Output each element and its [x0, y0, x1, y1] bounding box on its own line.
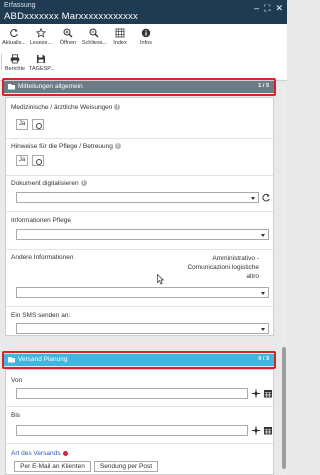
star-icon — [36, 28, 46, 38]
andere-value: Amministrativo - Comunicazioni logistich… — [187, 255, 259, 280]
vertical-scrollbar[interactable] — [281, 81, 287, 475]
field-label-von: Von — [11, 377, 23, 384]
refresh-icon — [10, 29, 18, 38]
bookmark-label: Leseze... — [29, 40, 53, 46]
chevron-down-icon — [261, 327, 265, 331]
yes-button-hinweise[interactable]: Ja — [16, 155, 28, 166]
index-button[interactable]: Index — [108, 28, 132, 46]
highlight-frame — [2, 78, 276, 96]
section-panel-mitteilungen: Medizinische / ärztliche Weisungen i Ja H… — [5, 97, 274, 336]
field-label-art: Art des Versands — [11, 450, 68, 457]
refresh-button[interactable]: Aktualis... — [2, 28, 26, 46]
yes-button-medizinische[interactable]: Ja — [16, 119, 28, 130]
calendar-button[interactable] — [263, 425, 273, 436]
field-label-andere: Andere Informationen — [11, 254, 74, 261]
divider — [6, 249, 273, 250]
window-controls: – ⛶ ✕ — [254, 3, 283, 14]
infos-button[interactable]: Infos — [134, 28, 158, 46]
divider — [6, 306, 273, 307]
info-icon[interactable]: i — [114, 104, 121, 111]
option-post-button[interactable]: Sendung per Post — [94, 461, 158, 472]
index-label: Index — [113, 40, 127, 46]
section-panel-versand: Von Bis Art des Versands Per E-Mail an K… — [5, 369, 274, 475]
calendar-icon — [264, 390, 272, 398]
radio-circle-button[interactable] — [32, 155, 44, 166]
field-label-informationen: Informationen Pflege — [11, 217, 71, 224]
andere-select[interactable] — [16, 287, 269, 298]
close-button[interactable]: ✕ — [275, 3, 283, 14]
field-label-dokument: Dokument digitalisieren i — [11, 180, 87, 187]
open-button[interactable]: Öffnen — [56, 28, 80, 46]
reports-button[interactable]: Berichte — [3, 54, 27, 72]
required-indicator — [62, 450, 68, 456]
divider — [6, 406, 273, 407]
refresh-button[interactable] — [261, 192, 271, 203]
divider — [6, 443, 273, 444]
field-label-medizinische: Medizinische / ärztliche Weisungen i — [11, 104, 121, 111]
close-all-button[interactable]: Schliess... — [82, 28, 108, 46]
daily-plan-label: TAGESP... — [29, 66, 55, 72]
window-titlebar: Erfassung ABDxxxxxxx Marxxxxxxxxxxxx – ⛶… — [0, 0, 287, 24]
calendar-icon — [264, 427, 272, 435]
info-icon[interactable]: i — [114, 143, 121, 150]
von-date-input[interactable] — [16, 388, 248, 399]
calendar-button[interactable] — [263, 388, 273, 399]
field-label-sms: Ein SMS senden an: — [11, 312, 71, 319]
zoom-in-icon — [63, 28, 73, 38]
open-label: Öffnen — [59, 40, 77, 46]
radio-circle-button[interactable] — [32, 119, 44, 130]
infos-label: Infos — [140, 40, 152, 46]
field-label-hinweise: Hinweise für die Pflege / Betreuung i — [11, 143, 121, 150]
highlight-frame — [2, 351, 276, 369]
print-icon — [10, 54, 20, 64]
info-icon — [141, 28, 151, 38]
field-label-bis: Bis — [11, 412, 21, 419]
refresh-icon — [262, 193, 270, 202]
chevron-down-icon — [261, 291, 265, 295]
crosshair-icon — [252, 389, 260, 398]
app-title: Erfassung — [4, 2, 36, 9]
refresh-label: Aktualis... — [2, 40, 26, 46]
scrollbar-thumb[interactable] — [282, 347, 286, 469]
crosshair-icon — [252, 426, 260, 435]
grid-icon — [115, 28, 125, 38]
sms-select[interactable] — [16, 323, 269, 334]
maximize-button[interactable]: ⛶ — [264, 3, 270, 14]
chevron-down-icon — [261, 233, 265, 237]
toolbar: Aktualis... Leseze... Öffnen Schliess...… — [0, 24, 287, 81]
minimize-button[interactable]: – — [254, 3, 259, 14]
close-all-label: Schliess... — [82, 40, 108, 46]
bis-date-input[interactable] — [16, 425, 248, 436]
informationen-select[interactable] — [16, 229, 269, 240]
reports-label: Berichte — [4, 66, 26, 72]
zoom-out-icon — [89, 28, 99, 38]
divider — [6, 175, 273, 176]
daily-plan-button[interactable]: TAGESP... — [29, 54, 55, 72]
save-icon — [37, 55, 45, 63]
toolbar-divider — [1, 54, 2, 70]
option-email-button[interactable]: Per E-Mail an Klienten — [14, 461, 91, 472]
divider — [6, 211, 273, 212]
dokument-select[interactable] — [16, 192, 259, 203]
mouse-cursor-icon — [157, 274, 165, 285]
chevron-down-icon — [251, 196, 255, 200]
form-content: Mitteilungen allgemein 1 / 5 Medizinisch… — [0, 78, 287, 475]
divider — [6, 138, 273, 139]
crosshair-button[interactable] — [251, 388, 261, 399]
crosshair-button[interactable] — [251, 425, 261, 436]
patient-name: ABDxxxxxxx Marxxxxxxxxxxxx — [4, 11, 138, 22]
bookmark-button[interactable]: Leseze... — [29, 28, 53, 46]
info-icon[interactable]: i — [80, 180, 87, 187]
